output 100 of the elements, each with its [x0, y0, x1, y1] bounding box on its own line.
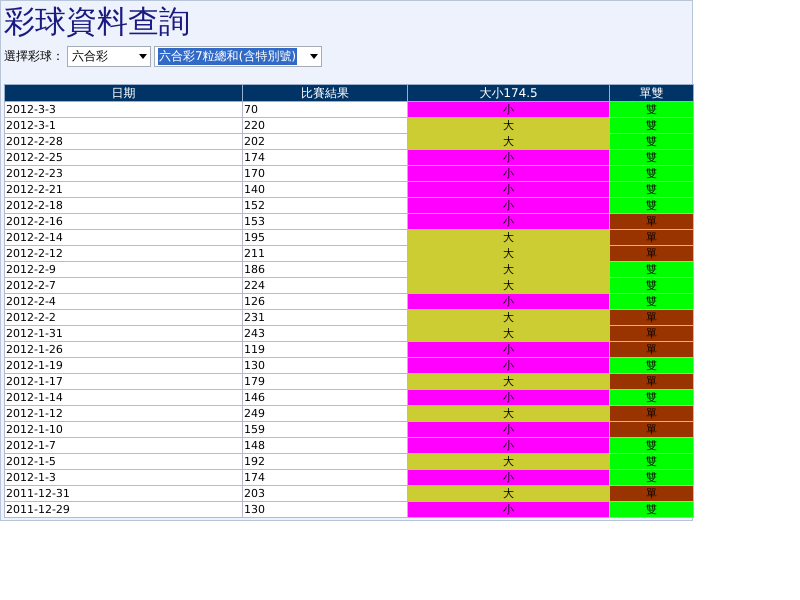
table-cell: 159 [242, 422, 408, 438]
table-cell: 146 [242, 390, 408, 406]
table-cell: 單 [610, 342, 694, 358]
table-cell: 大 [408, 310, 610, 326]
table-cell: 單 [610, 246, 694, 262]
table-cell: 130 [242, 358, 408, 374]
dropdown[interactable]: 六合彩7粒總和(含特別號) [154, 46, 322, 67]
filter-label: 選擇彩球： [4, 48, 64, 65]
table-cell: 單 [610, 486, 694, 502]
table-cell: 2012-2-2 [4, 310, 242, 326]
table-cell: 249 [242, 406, 408, 422]
table-cell: 雙 [610, 358, 694, 374]
table-cell: 203 [242, 486, 408, 502]
table-cell: 186 [242, 262, 408, 278]
table-cell: 2012-1-10 [4, 422, 242, 438]
table-cell: 119 [242, 342, 408, 358]
table-cell: 202 [242, 134, 408, 150]
table-cell: 大 [408, 486, 610, 502]
table-cell: 小 [408, 422, 610, 438]
table-cell: 2012-2-9 [4, 262, 242, 278]
table-cell: 2012-2-7 [4, 278, 242, 294]
dropdown[interactable]: 六合彩 [67, 46, 151, 67]
table-cell: 雙 [610, 102, 694, 118]
column-header: 比賽結果 [242, 84, 408, 102]
table-cell: 大 [408, 246, 610, 262]
table-cell: 220 [242, 118, 408, 134]
table-cell: 大 [408, 406, 610, 422]
table-cell: 雙 [610, 294, 694, 310]
table-cell: 大 [408, 118, 610, 134]
table-cell: 小 [408, 294, 610, 310]
table-cell: 小 [408, 342, 610, 358]
table-cell: 單 [610, 374, 694, 390]
table-cell: 170 [242, 166, 408, 182]
table-cell: 單 [610, 310, 694, 326]
table-cell: 2012-1-19 [4, 358, 242, 374]
table-cell: 2011-12-29 [4, 502, 242, 518]
table-cell: 243 [242, 326, 408, 342]
table-cell: 2012-1-31 [4, 326, 242, 342]
table-cell: 大 [408, 374, 610, 390]
table-cell: 2012-2-28 [4, 134, 242, 150]
table-cell: 2011-12-31 [4, 486, 242, 502]
table-cell: 單 [610, 214, 694, 230]
table-cell: 179 [242, 374, 408, 390]
table-cell: 大 [408, 454, 610, 470]
table-cell: 174 [242, 470, 408, 486]
table-cell: 130 [242, 502, 408, 518]
table-cell: 2012-1-14 [4, 390, 242, 406]
table-cell: 單 [610, 230, 694, 246]
table-cell: 126 [242, 294, 408, 310]
table-cell: 2012-2-25 [4, 150, 242, 166]
table-cell: 雙 [610, 470, 694, 486]
table-cell: 152 [242, 198, 408, 214]
table-cell: 大 [408, 326, 610, 342]
table-cell: 2012-1-7 [4, 438, 242, 454]
caret-icon [139, 54, 147, 59]
table-cell: 大 [408, 230, 610, 246]
table-cell: 2012-2-12 [4, 246, 242, 262]
table-cell: 2012-2-16 [4, 214, 242, 230]
table-cell: 雙 [610, 454, 694, 470]
table-cell: 小 [408, 502, 610, 518]
table-cell: 2012-1-3 [4, 470, 242, 486]
column-header: 大小174.5 [408, 84, 610, 102]
table-cell: 小 [408, 182, 610, 198]
table-cell: 174 [242, 150, 408, 166]
caret-icon [310, 54, 318, 59]
table-cell: 雙 [610, 166, 694, 182]
table-cell: 195 [242, 230, 408, 246]
table-cell: 雙 [610, 262, 694, 278]
table-cell: 2012-3-3 [4, 102, 242, 118]
table-cell: 小 [408, 390, 610, 406]
table-cell: 2012-2-4 [4, 294, 242, 310]
table-cell: 2012-2-14 [4, 230, 242, 246]
table-cell: 小 [408, 166, 610, 182]
table-cell: 小 [408, 438, 610, 454]
table-cell: 2012-2-21 [4, 182, 242, 198]
table-cell: 2012-2-18 [4, 198, 242, 214]
column-header: 日期 [4, 84, 242, 102]
table-cell: 小 [408, 102, 610, 118]
table-cell: 雙 [610, 390, 694, 406]
table-cell: 小 [408, 358, 610, 374]
table-cell: 2012-1-5 [4, 454, 242, 470]
column-header: 單雙 [610, 84, 694, 102]
table-cell: 2012-2-23 [4, 166, 242, 182]
table-cell: 雙 [610, 118, 694, 134]
table-cell: 雙 [610, 182, 694, 198]
table-cell: 雙 [610, 438, 694, 454]
table-cell: 2012-1-26 [4, 342, 242, 358]
table-cell: 小 [408, 470, 610, 486]
table-cell: 231 [242, 310, 408, 326]
table-cell: 153 [242, 214, 408, 230]
table-cell: 雙 [610, 134, 694, 150]
table-cell: 大 [408, 278, 610, 294]
table-cell: 224 [242, 278, 408, 294]
table-cell: 小 [408, 198, 610, 214]
table-cell: 2012-1-17 [4, 374, 242, 390]
table-cell: 2012-1-12 [4, 406, 242, 422]
table-cell: 雙 [610, 150, 694, 166]
table-cell: 211 [242, 246, 408, 262]
table-cell: 小 [408, 150, 610, 166]
table-cell: 140 [242, 182, 408, 198]
